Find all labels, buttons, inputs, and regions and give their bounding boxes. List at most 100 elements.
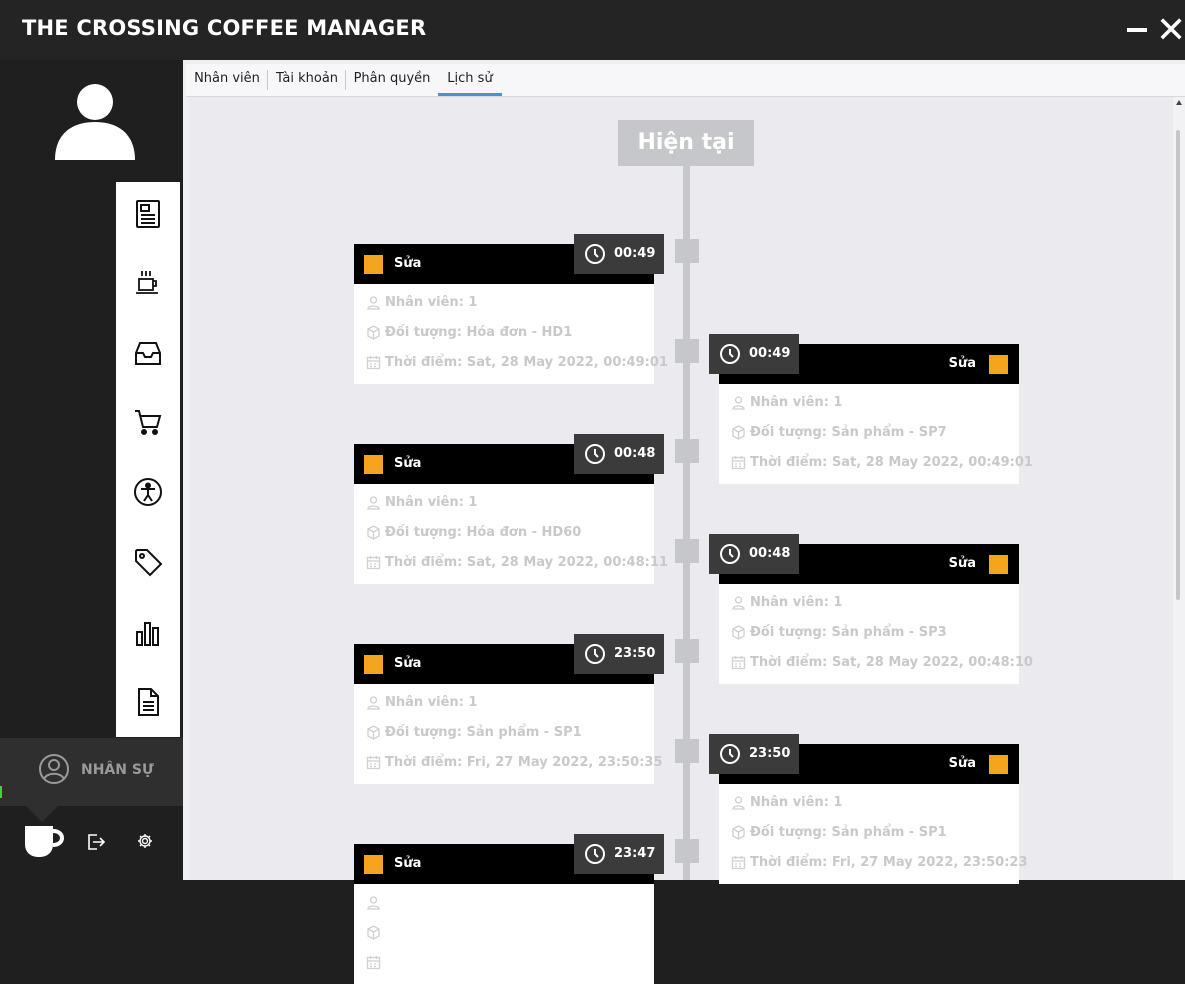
- object-icon: [367, 924, 380, 940]
- calendar-icon: [731, 855, 746, 869]
- entry-object: Đối tượng: Sản phẩm - SP7: [731, 422, 947, 442]
- entry-body: Nhân viên: 1 Đối tượng: Sản phẩm - SP3 Thờ…: [719, 584, 1033, 684]
- scroll-up-arrow[interactable]: [1176, 100, 1182, 105]
- entry-action: Sửa: [394, 656, 422, 671]
- entry-time: Thời điểm: Sat, 28 May 2022, 00:48:11: [366, 552, 668, 572]
- entry-employee: Nhân viên: 1: [731, 592, 842, 612]
- entry-action: Sửa: [948, 556, 976, 571]
- receipt-icon: [136, 200, 160, 228]
- coffee-cup-icon: [136, 271, 158, 294]
- section-pointer: [26, 806, 58, 822]
- entry-action: Sửa: [394, 456, 422, 471]
- entry-time-text: Thời điểm: Fri, 27 May 2022, 23:50:35: [385, 754, 663, 770]
- cup-icon[interactable]: [22, 824, 68, 858]
- logout-icon[interactable]: [86, 832, 106, 852]
- document-icon: [138, 688, 159, 716]
- timeline-node: [675, 839, 699, 863]
- entry-clock-time: 00:49: [614, 246, 656, 261]
- entry-clock-badge: 00:48: [574, 434, 664, 474]
- nav-reports-button[interactable]: [116, 676, 180, 728]
- clock-icon: [585, 844, 605, 864]
- entry-employee: Nhân viên: 1: [366, 492, 477, 512]
- gear-icon[interactable]: [137, 833, 153, 849]
- entry-color-swatch: [364, 255, 383, 274]
- clock-icon: [585, 444, 605, 464]
- bar-chart-icon: [136, 622, 159, 646]
- object-icon: [732, 624, 745, 640]
- entry-employee: [366, 892, 385, 912]
- entry-body: Nhân viên: 1 Đối tượng: Sản phẩm - SP7 Thờ…: [719, 384, 1033, 484]
- object-icon: [732, 424, 745, 440]
- entry-employee-text: Nhân viên: 1: [750, 594, 843, 610]
- entry-object: Đối tượng: Hóa đơn - HD60: [366, 522, 581, 542]
- entry-body: Nhân viên: 1 Đối tượng: Hóa đơn - HD60 Thờ…: [354, 484, 668, 584]
- tag-icon: [135, 549, 163, 577]
- entry-clock-time: 23:47: [614, 846, 656, 861]
- entry-clock-badge: 23:50: [709, 734, 799, 774]
- inbox-icon: [135, 342, 161, 365]
- entry-body: Nhân viên: 1 Đối tượng: Sản phẩm - SP1 Thờ…: [354, 684, 663, 784]
- entry-object: Đối tượng: Hóa đơn - HD1: [366, 322, 572, 342]
- entry-clock-time: 00:48: [749, 546, 791, 561]
- tab-label: Tài khoản: [275, 71, 339, 86]
- nav-inventory-button[interactable]: [116, 327, 180, 379]
- entry-action: Sửa: [394, 256, 422, 271]
- entry-clock-time: 00:49: [749, 346, 791, 361]
- tab-nhan-vien[interactable]: Nhân viên: [186, 64, 268, 96]
- user-icon: [732, 795, 745, 810]
- calendar-icon: [731, 655, 746, 669]
- user-avatar-icon: [55, 84, 135, 160]
- scroll-thumb[interactable]: [1176, 130, 1180, 600]
- entry-object: Đối tượng: Sản phẩm - SP3: [731, 622, 947, 642]
- section-nhan-su[interactable]: NHÂN SỰ: [0, 738, 183, 806]
- entry-time-text: Thời điểm: Sat, 28 May 2022, 00:48:10: [750, 654, 1033, 670]
- user-icon: [732, 595, 745, 610]
- cart-icon: [135, 410, 162, 435]
- tab-label: Phân quyền: [353, 71, 431, 86]
- entry-employee-text: Nhân viên: 1: [750, 394, 843, 410]
- entry-clock-badge: 00:49: [574, 234, 664, 274]
- entry-time-text: Thời điểm: Fri, 27 May 2022, 23:50:23: [750, 854, 1028, 870]
- object-icon: [367, 724, 380, 740]
- nav-statistics-button[interactable]: [116, 607, 180, 659]
- object-icon: [367, 324, 380, 340]
- entry-color-swatch: [989, 555, 1008, 574]
- nav-promotions-button[interactable]: [116, 536, 180, 588]
- timeline-node: [675, 539, 699, 563]
- timeline-node: [675, 439, 699, 463]
- nav-receipt-button[interactable]: [116, 188, 180, 240]
- app-title: THE CROSSING COFFEE MANAGER: [22, 16, 427, 40]
- entry-clock-time: 23:50: [749, 746, 791, 761]
- entry-clock-badge: 23:50: [574, 634, 664, 674]
- calendar-icon: [366, 955, 381, 969]
- entry-time: Thời điểm: Fri, 27 May 2022, 23:50:35: [366, 752, 663, 772]
- section-label: NHÂN SỰ: [81, 762, 154, 778]
- tab-label: Lịch sử: [447, 71, 493, 86]
- entry-employee: Nhân viên: 1: [366, 692, 477, 712]
- entry-employee-text: Nhân viên: 1: [385, 694, 478, 710]
- entry-time: Thời điểm: Sat, 28 May 2022, 00:49:01: [731, 452, 1033, 472]
- user-icon: [367, 295, 380, 310]
- entry-clock-badge: 23:47: [574, 834, 664, 874]
- timeline-axis: [683, 166, 690, 880]
- tab-tai-khoan[interactable]: Tài khoản: [268, 64, 346, 96]
- object-icon: [367, 524, 380, 540]
- clock-icon: [585, 244, 605, 264]
- clock-icon: [585, 644, 605, 664]
- tab-phan-quyen[interactable]: Phân quyền: [346, 64, 438, 96]
- timeline-node: [675, 739, 699, 763]
- entry-time: [366, 952, 385, 972]
- tab-lich-su[interactable]: Lịch sử: [438, 64, 502, 96]
- minimize-button[interactable]: [1127, 28, 1147, 32]
- close-button[interactable]: ✕: [1156, 13, 1185, 49]
- nav-orders-button[interactable]: [116, 396, 180, 448]
- entry-clock-time: 23:50: [614, 646, 656, 661]
- entry-object-text: Đối tượng: Sản phẩm - SP1: [385, 724, 582, 740]
- nav-drinks-button[interactable]: [116, 257, 180, 309]
- entry-object: [366, 922, 385, 942]
- entry-employee: Nhân viên: 1: [366, 292, 477, 312]
- entry-employee-text: Nhân viên: 1: [385, 294, 478, 310]
- nav-customers-button[interactable]: [116, 466, 180, 518]
- entry-color-swatch: [364, 655, 383, 674]
- entry-object-text: Đối tượng: Hóa đơn - HD1: [385, 324, 573, 340]
